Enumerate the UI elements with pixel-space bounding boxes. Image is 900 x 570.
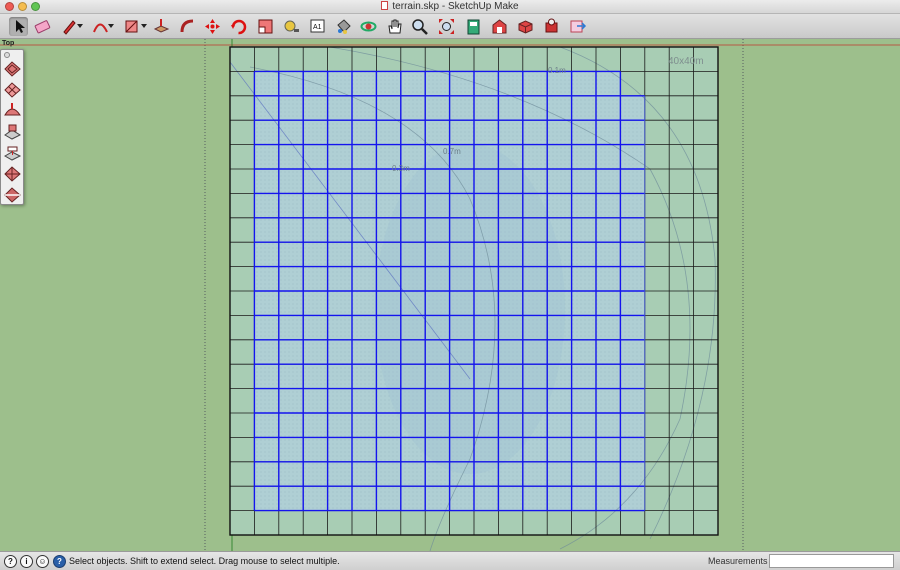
warehouse-icon — [492, 19, 507, 34]
book-icon — [467, 19, 480, 35]
extension-icon — [545, 18, 558, 33]
sketchup-window: terrain.skp - SketchUp Make A1 40x40m 0.1… — [0, 0, 900, 570]
zoom-extents-tool-button[interactable] — [437, 17, 456, 36]
tool-dropdown-arrow[interactable] — [141, 24, 147, 28]
pan-tool-button[interactable] — [385, 17, 404, 36]
document-icon — [381, 1, 389, 10]
contour-mesh-icon — [4, 61, 21, 77]
stamp-icon — [4, 124, 22, 140]
text-icon: A1 — [310, 19, 325, 33]
zoom-tool-button[interactable] — [410, 17, 429, 36]
model-info-tool-button[interactable] — [464, 17, 483, 36]
eraser-icon — [34, 20, 51, 34]
title-bar: terrain.skp - SketchUp Make — [0, 0, 900, 14]
components-tool-button[interactable] — [516, 17, 535, 36]
status-bar: ? i ☺ ? Select objects. Shift to extend … — [0, 551, 900, 570]
follow-me-icon — [180, 19, 194, 33]
instructor-help-icon[interactable]: ? — [53, 555, 66, 568]
select-tool-button[interactable] — [9, 17, 28, 36]
contour-elevation-label: 0.3m — [392, 164, 410, 173]
window-title: terrain.skp - SketchUp Make — [392, 1, 519, 12]
text-tool-button[interactable]: A1 — [308, 17, 327, 36]
zoom-window-button[interactable] — [31, 2, 40, 11]
smoove-icon — [4, 103, 21, 116]
grid-size-label: 40x40m — [668, 56, 704, 67]
rectangle-tool-button[interactable] — [122, 17, 141, 36]
tape-measure-icon — [284, 20, 299, 32]
close-window-button[interactable] — [5, 2, 14, 11]
model-scene[interactable]: 40x40m 0.1m 0.7m 0.3m — [0, 39, 900, 551]
main-toolbar: A1 — [0, 14, 900, 39]
sandbox-from-contours-button[interactable] — [3, 59, 22, 78]
tool-dropdown-arrow[interactable] — [108, 24, 114, 28]
tool-dropdown-arrow[interactable] — [77, 24, 83, 28]
scale-tool-button[interactable] — [256, 17, 275, 36]
contour-elevation-label: 0.1m — [548, 66, 566, 75]
eraser-tool-button[interactable] — [33, 17, 52, 36]
move-tool-button[interactable] — [203, 17, 222, 36]
orbit-icon — [360, 21, 377, 32]
hand-icon — [388, 19, 402, 34]
push-pull-tool-button[interactable] — [152, 17, 171, 36]
paint-bucket-tool-button[interactable] — [334, 17, 353, 36]
send-to-layout-icon — [570, 20, 587, 33]
follow-me-tool-button[interactable] — [178, 17, 197, 36]
palette-close-button[interactable] — [4, 52, 10, 58]
arrow-cursor-icon — [16, 20, 25, 33]
sandbox-from-scratch-button[interactable] — [3, 80, 22, 99]
drape-tool-button[interactable] — [3, 143, 22, 162]
add-detail-tool-button[interactable] — [3, 164, 22, 183]
warehouse-tool-button[interactable] — [490, 17, 509, 36]
paint-bucket-icon — [337, 19, 351, 34]
flip-edge-tool-button[interactable] — [3, 185, 22, 204]
measurements-label: Measurements — [708, 556, 768, 566]
geo-location-icon[interactable]: ? — [4, 555, 17, 568]
drape-icon — [3, 146, 22, 161]
tape-measure-tool-button[interactable] — [282, 17, 301, 36]
scale-icon — [258, 19, 273, 34]
magnifier-icon — [412, 19, 428, 35]
send-tool-button[interactable] — [568, 17, 587, 36]
rectangle-icon — [125, 20, 138, 33]
minimize-window-button[interactable] — [18, 2, 27, 11]
credits-icon[interactable]: i — [20, 555, 33, 568]
svg-text:A1: A1 — [313, 24, 322, 31]
sandbox-tool-palette — [0, 49, 24, 205]
rotate-icon — [231, 19, 247, 35]
orbit-tool-button[interactable] — [359, 17, 378, 36]
stamp-tool-button[interactable] — [3, 122, 22, 141]
components-icon — [518, 20, 533, 34]
extensions-tool-button[interactable] — [542, 17, 561, 36]
push-pull-icon — [153, 19, 170, 33]
add-detail-icon — [4, 166, 21, 182]
drawing-viewport[interactable]: 40x40m 0.1m 0.7m 0.3m Top — [0, 39, 900, 551]
status-message: Select objects. Shift to extend select. … — [69, 556, 340, 566]
contour-elevation-label: 0.7m — [443, 147, 461, 156]
user-account-icon[interactable]: ☺ — [36, 555, 49, 568]
grid-mesh-icon — [4, 82, 21, 98]
scene-view-label: Top — [2, 40, 15, 47]
smoove-tool-button[interactable] — [3, 101, 22, 120]
rotate-tool-button[interactable] — [229, 17, 248, 36]
measurements-input[interactable] — [769, 554, 894, 568]
move-arrows-icon — [205, 19, 220, 34]
zoom-extents-icon — [439, 19, 454, 34]
flip-edge-icon — [4, 187, 21, 203]
